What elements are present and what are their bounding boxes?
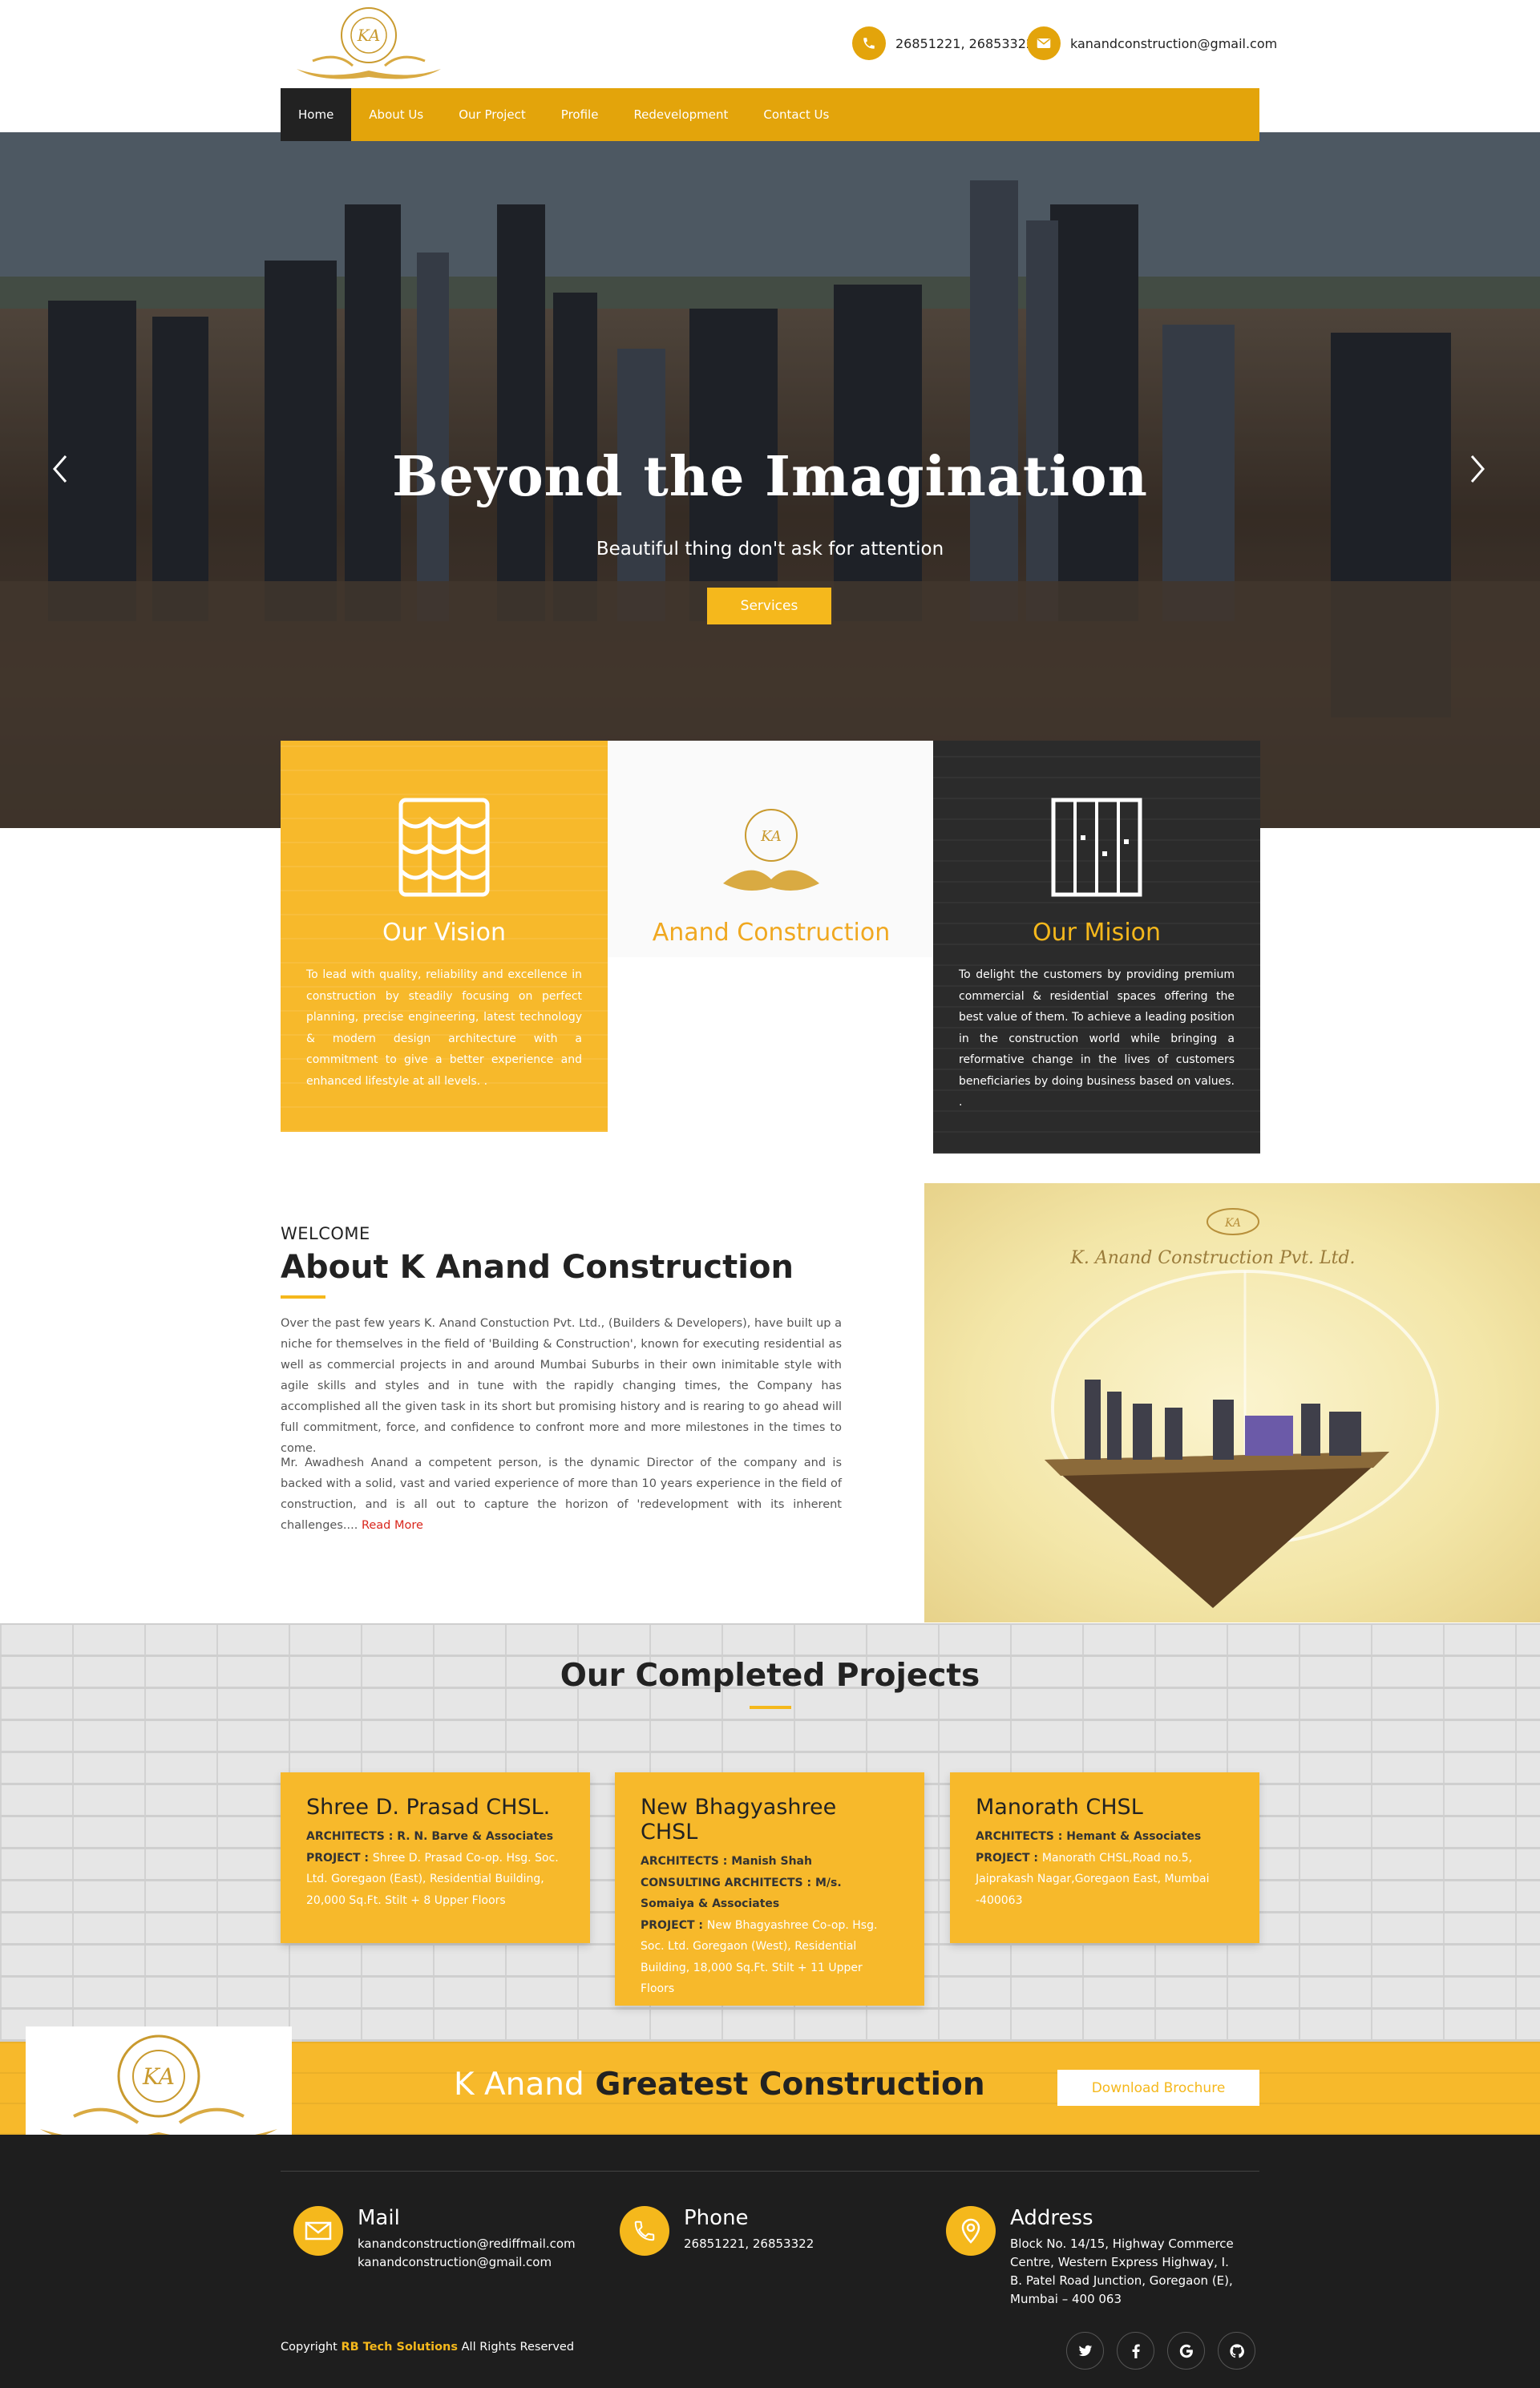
- facebook-link[interactable]: [1117, 2332, 1154, 2370]
- google-icon: [1179, 2344, 1193, 2358]
- header-email-text: kanandconstruction@gmail.com: [1070, 35, 1278, 51]
- about-title: About K Anand Construction: [281, 1249, 794, 1286]
- project-name: Shree D. Prasad CHSL.: [306, 1795, 551, 1820]
- project-card[interactable]: New Bhagyashree CHSL ARCHITECTS : Manish…: [615, 1772, 924, 2006]
- footer-phone-title: Phone: [684, 2206, 749, 2230]
- project-consulting-architects: CONSULTING ARCHITECTS : M/s. Somaiya & A…: [641, 1876, 842, 1911]
- mail-icon: [293, 2206, 343, 2256]
- nav-home[interactable]: Home: [281, 88, 352, 141]
- twitter-icon: [1078, 2345, 1092, 2356]
- copyright-link[interactable]: RB Tech Solutions: [341, 2341, 458, 2354]
- nav-contact-us[interactable]: Contact Us: [746, 88, 847, 141]
- about-paragraph-1: Over the past few years K. Anand Constuc…: [281, 1317, 842, 1455]
- svg-text:KA: KA: [760, 828, 782, 845]
- footer-address-text: Block No. 14/15, Highway Commerce Centre…: [1010, 2236, 1234, 2306]
- footer-phone-text[interactable]: 26851221, 26853322: [684, 2235, 814, 2253]
- nav-about-us[interactable]: About Us: [351, 88, 441, 141]
- footer-mail-title: Mail: [358, 2206, 400, 2230]
- services-button[interactable]: Services: [707, 588, 831, 624]
- mission-title: Our Mision: [1032, 919, 1162, 947]
- project-details: PROJECT : New Bhagyashree Co-op. Hsg. So…: [641, 1918, 878, 1996]
- svg-text:KA: KA: [357, 26, 381, 45]
- brand-box: KA Anand Construction: [608, 741, 935, 957]
- github-icon: [1229, 2343, 1244, 2358]
- phone-icon: [620, 2206, 669, 2256]
- github-link[interactable]: [1218, 2332, 1255, 2370]
- hero-subtitle: Beautiful thing don't ask for attention: [596, 539, 944, 560]
- svg-text:KA: KA: [1224, 1217, 1241, 1230]
- footer-divider: [281, 2171, 1259, 2172]
- brand-title: Anand Construction: [652, 919, 891, 947]
- header-phone[interactable]: 26851221, 26853322: [852, 26, 1034, 60]
- banner-headline: K Anand Greatest Construction: [454, 2067, 985, 2103]
- mission-text: To delight the customers by providing pr…: [959, 968, 1235, 1109]
- welcome-label: WELCOME: [281, 1224, 370, 1243]
- project-card[interactable]: Manorath CHSL ARCHITECTS : Hemant & Asso…: [950, 1772, 1259, 1943]
- about-underline: [281, 1295, 325, 1299]
- phone-icon: [852, 26, 886, 60]
- nav-profile[interactable]: Profile: [544, 88, 616, 141]
- site-logo[interactable]: KA: [281, 3, 457, 83]
- project-name: Manorath CHSL: [976, 1795, 1143, 1820]
- about-image-caption: K. Anand Construction Pvt. Ltd.: [1069, 1248, 1355, 1268]
- header-phone-text: 26851221, 26853322: [895, 35, 1035, 51]
- header-email[interactable]: kanandconstruction@gmail.com: [1027, 26, 1277, 60]
- project-card[interactable]: Shree D. Prasad CHSL. ARCHITECTS : R. N.…: [281, 1772, 590, 1943]
- vision-box: Our Vision To lead with quality, reliabi…: [281, 741, 608, 1132]
- nav-our-project[interactable]: Our Project: [441, 88, 544, 141]
- read-more-link[interactable]: Read More: [362, 1519, 423, 1532]
- footer-mail: Mail kanandconstruction@rediffmail.com k…: [293, 2206, 576, 2272]
- project-details: PROJECT : Manorath CHSL,Road no.5, Jaipr…: [976, 1851, 1210, 1907]
- project-architects: ARCHITECTS : R. N. Barve & Associates: [306, 1830, 554, 1843]
- copyright: Copyright RB Tech Solutions All Rights R…: [281, 2341, 574, 2354]
- project-architects: ARCHITECTS : Hemant & Associates: [976, 1830, 1202, 1843]
- about-paragraph-2: Mr. Awadhesh Anand a competent person, i…: [281, 1453, 842, 1536]
- projects-underline: [750, 1706, 791, 1709]
- map-pin-icon: [946, 2206, 996, 2256]
- vision-text: To lead with quality, reliability and ex…: [306, 968, 582, 1088]
- banner-headline-dark: Greatest Construction: [595, 2067, 985, 2103]
- envelope-icon: [1027, 26, 1061, 60]
- door-panel-icon: [1051, 798, 1142, 897]
- ka-emblem-icon: KA: [723, 809, 819, 891]
- banner-headline-white: K Anand: [454, 2067, 584, 2103]
- nav-redevelopment[interactable]: Redevelopment: [616, 88, 746, 141]
- footer-mail-2[interactable]: kanandconstruction@gmail.com: [358, 2253, 576, 2272]
- project-name: New Bhagyashree CHSL: [641, 1795, 837, 1845]
- footer: [0, 2135, 1540, 2388]
- google-link[interactable]: [1167, 2332, 1205, 2370]
- twitter-link[interactable]: [1066, 2332, 1104, 2370]
- projects-title: Our Completed Projects: [560, 1658, 980, 1694]
- download-brochure-button[interactable]: Download Brochure: [1057, 2070, 1259, 2106]
- roof-tiles-icon: [398, 798, 490, 897]
- footer-phone: Phone 26851221, 26853322: [620, 2206, 814, 2256]
- vision-title: Our Vision: [382, 919, 507, 947]
- mission-box: Our Mision To delight the customers by p…: [933, 741, 1260, 1154]
- svg-text:KA: KA: [142, 2063, 175, 2090]
- footer-address: Address Block No. 14/15, Highway Commerc…: [946, 2206, 1267, 2309]
- copyright-suffix: All Rights Reserved: [461, 2341, 575, 2354]
- footer-address-title: Address: [1010, 2206, 1093, 2230]
- hero-title: Beyond the Imagination: [392, 445, 1148, 509]
- project-architects: ARCHITECTS : Manish Shah: [641, 1855, 812, 1868]
- footer-mail-1[interactable]: kanandconstruction@rediffmail.com: [358, 2235, 576, 2253]
- about-image: KA K. Anand Construction Pvt. Ltd.: [924, 1183, 1540, 1622]
- copyright-prefix: Copyright: [281, 2341, 338, 2354]
- project-details: PROJECT : Shree D. Prasad Co-op. Hsg. So…: [306, 1851, 559, 1907]
- facebook-icon: [1132, 2344, 1140, 2358]
- main-nav: Home About Us Our Project Profile Redeve…: [281, 88, 1259, 141]
